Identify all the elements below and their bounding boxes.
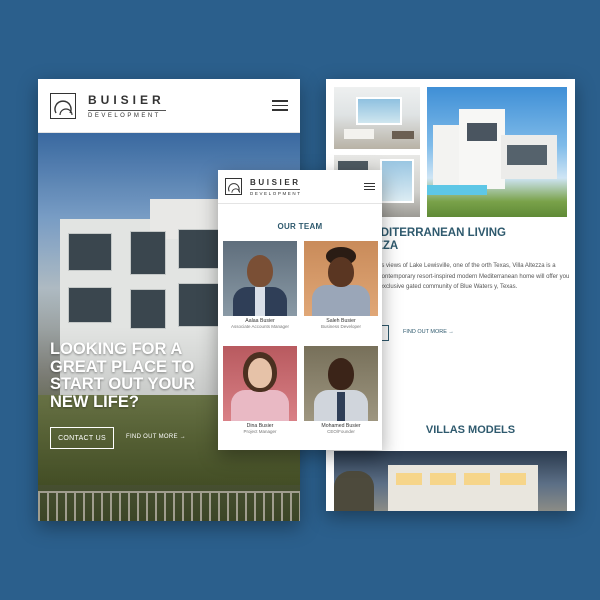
portrait-head [248, 358, 272, 388]
portrait-tie [337, 392, 345, 421]
team-member-photo [304, 241, 378, 316]
team-member-card[interactable]: Aalaa Busier Associate Accounts Manager [223, 241, 297, 329]
contact-us-button[interactable]: CONTACT US [50, 427, 114, 449]
portrait-head [328, 257, 354, 287]
site-header: BUISIER DEVELOPMENT [38, 79, 300, 133]
villa-exterior-photo [427, 87, 567, 217]
portrait-torso [312, 285, 370, 316]
interior-photo-top [334, 87, 420, 149]
team-member-role: Business Developer [320, 324, 362, 329]
portrait-head [247, 255, 273, 287]
team-member-photo [223, 241, 297, 316]
brand-wordmark[interactable]: BUISIER DEVELOPMENT [250, 178, 302, 196]
brand-divider [88, 109, 166, 111]
villa-find-out-more-link[interactable]: FIND OUT MORE → [403, 329, 454, 335]
team-member-role: Associate Accounts Manager [230, 324, 290, 329]
team-member-role: Project Manager [243, 429, 277, 434]
hamburger-menu-icon[interactable] [272, 100, 288, 111]
brand-name: BUISIER [250, 177, 301, 187]
logo-icon[interactable] [50, 92, 76, 119]
portrait-head [328, 358, 354, 390]
find-out-more-link[interactable]: FIND OUT MORE → [126, 434, 186, 440]
portrait-torso [231, 390, 289, 421]
brand-divider [250, 188, 300, 190]
team-member-card[interactable]: Dina Busier Project Manager [223, 346, 297, 434]
logo-icon[interactable] [225, 178, 242, 195]
team-member-photo [304, 346, 378, 421]
brand-tagline: DEVELOPMENT [250, 190, 302, 196]
team-member-photo [223, 346, 297, 421]
hero-title: LOOKING FOR A GREAT PLACE TO START OUT Y… [50, 340, 196, 411]
team-section-title: OUR TEAM [277, 222, 323, 231]
brand-wordmark[interactable]: BUISIER DEVELOPMENT [88, 93, 166, 119]
hero-fence [38, 491, 300, 521]
brand-name: BUISIER [88, 92, 165, 107]
portrait-shirt [255, 287, 265, 316]
brand-tagline: DEVELOPMENT [88, 112, 161, 119]
villa-model-photo [334, 451, 567, 511]
team-member-role: CEO/Founder [327, 429, 355, 434]
hamburger-menu-icon[interactable] [364, 182, 375, 191]
site-header-small: BUISIER DEVELOPMENT [218, 170, 382, 204]
team-member-card[interactable]: Mohamed Busier CEO/Founder [304, 346, 378, 434]
mobile-team-screen: BUISIER DEVELOPMENT OUR TEAM Aalaa Busie… [218, 170, 382, 450]
team-member-card[interactable]: Saleh Busier Business Developer [304, 241, 378, 329]
